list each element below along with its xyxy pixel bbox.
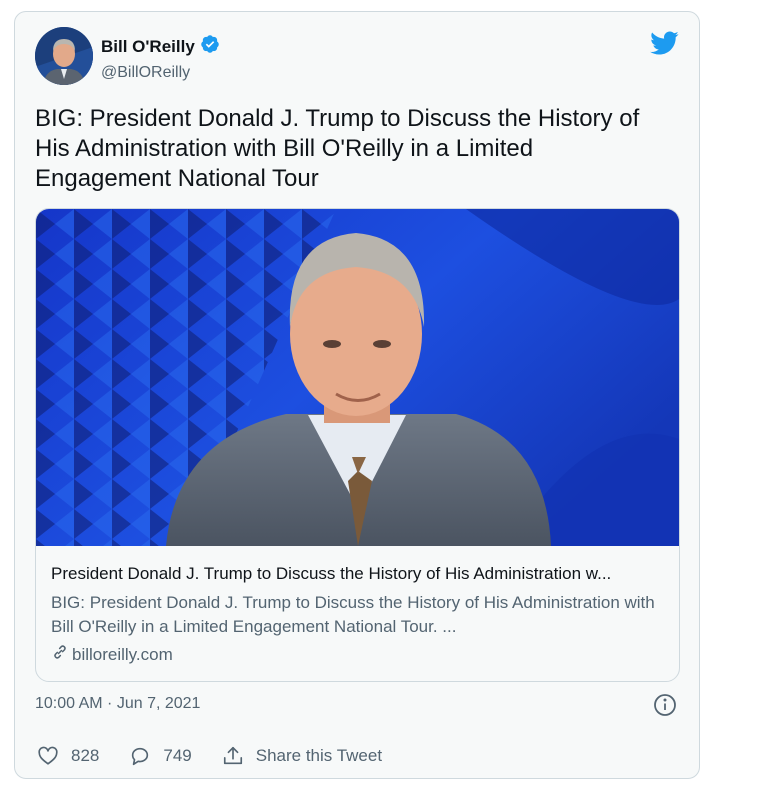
share-icon bbox=[222, 745, 244, 767]
card-domain[interactable]: billoreilly.com bbox=[51, 643, 665, 666]
author-name[interactable]: Bill O'Reilly bbox=[101, 37, 195, 57]
link-icon bbox=[51, 643, 69, 666]
tweet-actions: 828 749 Share this Tweet bbox=[37, 745, 412, 767]
share-button[interactable]: Share this Tweet bbox=[222, 745, 382, 767]
card-domain-text[interactable]: billoreilly.com bbox=[72, 645, 173, 665]
info-icon[interactable] bbox=[653, 693, 677, 717]
card-title[interactable]: President Donald J. Trump to Discuss the… bbox=[51, 563, 665, 585]
tweet-timestamp[interactable]: 10:00 AM · Jun 7, 2021 bbox=[35, 695, 200, 713]
like-count: 828 bbox=[71, 746, 100, 765]
reply-count: 749 bbox=[163, 746, 192, 765]
verified-badge-icon bbox=[200, 34, 220, 59]
like-button[interactable]: 828 bbox=[37, 745, 99, 767]
card-description: BIG: President Donald J. Trump to Discus… bbox=[51, 593, 655, 636]
author-info[interactable]: Bill O'Reilly @BillOReilly bbox=[101, 34, 220, 82]
avatar-image bbox=[35, 27, 93, 85]
tweet-embed[interactable]: Bill O'Reilly @BillOReilly BIG: Presiden… bbox=[14, 11, 700, 779]
reply-button[interactable]: 749 bbox=[129, 745, 192, 767]
tweet-text: BIG: President Donald J. Trump to Discus… bbox=[35, 105, 640, 192]
share-label[interactable]: Share this Tweet bbox=[256, 746, 382, 766]
avatar[interactable] bbox=[35, 27, 93, 85]
link-card[interactable]: President Donald J. Trump to Discuss the… bbox=[35, 208, 680, 682]
reply-icon bbox=[129, 745, 151, 767]
twitter-bird-icon[interactable] bbox=[649, 30, 679, 56]
heart-icon bbox=[37, 745, 59, 767]
author-handle[interactable]: @BillOReilly bbox=[101, 64, 220, 82]
card-image bbox=[36, 209, 679, 546]
